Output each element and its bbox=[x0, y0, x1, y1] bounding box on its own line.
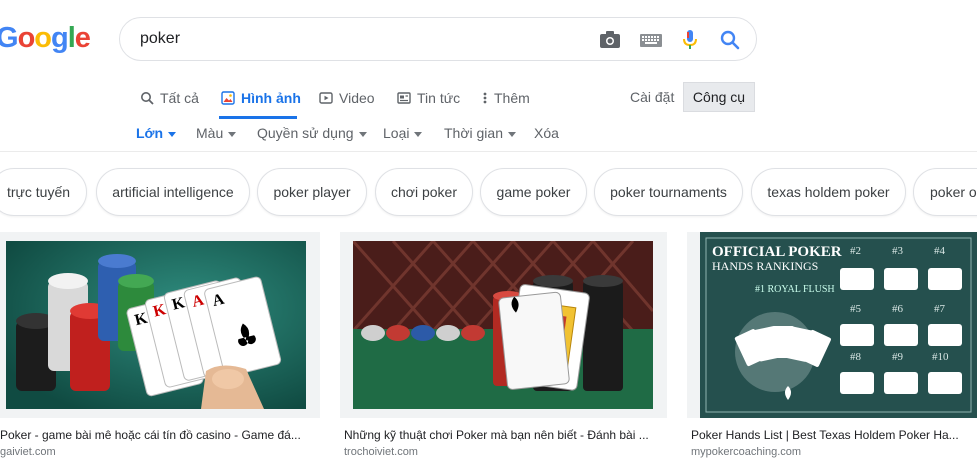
search-input[interactable] bbox=[140, 30, 580, 48]
poster-hand: #3 bbox=[892, 245, 904, 257]
poster-hand: #4 bbox=[934, 245, 946, 257]
image-result[interactable] bbox=[340, 232, 667, 418]
caret-down-icon bbox=[508, 131, 516, 137]
image-result[interactable]: K K K A A bbox=[0, 232, 320, 418]
related-chip[interactable]: poker o bbox=[913, 168, 977, 216]
poster-hand: #7 bbox=[934, 303, 946, 315]
result-thumbnail[interactable]: K K K A A bbox=[6, 241, 306, 409]
search-box bbox=[119, 17, 757, 61]
tab-images[interactable]: Hình ảnh bbox=[221, 88, 301, 108]
result-domain: mypokercoaching.com bbox=[691, 446, 802, 458]
logo-letter: o bbox=[34, 22, 52, 54]
filter-time[interactable]: Thời gian bbox=[444, 125, 516, 141]
logo-letter: o bbox=[17, 22, 36, 54]
tab-more[interactable]: Thêm bbox=[482, 88, 530, 108]
camera-icon[interactable] bbox=[598, 29, 622, 51]
result-thumbnail[interactable]: OFFICIAL POKER HANDS RANKINGS #1 ROYAL F… bbox=[700, 232, 977, 418]
more-icon bbox=[483, 92, 487, 104]
poster-hand: #10 bbox=[932, 351, 949, 363]
tab-label: Tất cả bbox=[160, 90, 199, 106]
caret-down-icon bbox=[414, 131, 423, 137]
settings-link[interactable]: Cài đặt bbox=[630, 89, 674, 105]
caret-down-icon bbox=[168, 131, 177, 137]
mic-icon[interactable] bbox=[678, 29, 702, 51]
image-result[interactable]: OFFICIAL POKER HANDS RANKINGS #1 ROYAL F… bbox=[687, 232, 977, 418]
logo-letter: l bbox=[67, 22, 76, 54]
filter-label: Lớn bbox=[136, 125, 164, 141]
caret-down-icon bbox=[358, 131, 367, 137]
filter-clear[interactable]: Xóa bbox=[534, 125, 559, 141]
tab-news[interactable]: Tin tức bbox=[397, 88, 460, 108]
result-domain: trochoiviet.com bbox=[344, 446, 418, 458]
filter-label: Quyền sử dụng bbox=[257, 125, 354, 141]
poster-hand: #9 bbox=[892, 351, 904, 363]
poster-hand: #8 bbox=[850, 351, 862, 363]
related-chip[interactable]: trực tuyến bbox=[0, 168, 87, 216]
poster-title: OFFICIAL POKER bbox=[712, 244, 842, 260]
caret-down-icon bbox=[228, 131, 237, 137]
search-icon bbox=[141, 92, 154, 105]
tab-label: Tin tức bbox=[417, 90, 461, 106]
related-chip[interactable]: texas holdem poker bbox=[751, 168, 906, 216]
poster-hand: #2 bbox=[850, 245, 861, 257]
tab-label: Thêm bbox=[494, 90, 530, 106]
tab-label: Video bbox=[339, 90, 375, 106]
filter-label: Thời gian bbox=[444, 125, 503, 141]
filter-color[interactable]: Màu bbox=[196, 125, 237, 141]
news-icon bbox=[397, 92, 411, 104]
related-chip[interactable]: poker tournaments bbox=[594, 168, 743, 216]
result-caption[interactable]: Những kỹ thuật chơi Poker mà bạn nên biế… bbox=[344, 428, 669, 442]
search-icon[interactable] bbox=[718, 29, 742, 51]
related-chip[interactable]: artificial intelligence bbox=[96, 168, 250, 216]
filter-label: Loại bbox=[383, 125, 410, 141]
tools-button[interactable]: Công cụ bbox=[683, 82, 755, 112]
tab-all[interactable]: Tất cả bbox=[140, 88, 199, 108]
logo-letter: G bbox=[0, 22, 19, 54]
result-thumbnail[interactable] bbox=[353, 241, 653, 409]
result-caption[interactable]: Poker Hands List | Best Texas Holdem Pok… bbox=[691, 428, 977, 442]
google-logo[interactable]: Google bbox=[0, 22, 91, 55]
tab-label: Hình ảnh bbox=[241, 90, 301, 106]
poster-hand: #5 bbox=[850, 303, 862, 315]
divider bbox=[0, 151, 977, 152]
active-tab-indicator bbox=[219, 116, 297, 119]
filter-size[interactable]: Lớn bbox=[136, 125, 177, 141]
filter-label: Màu bbox=[196, 125, 224, 141]
tab-video[interactable]: Video bbox=[319, 88, 375, 108]
related-chip[interactable]: poker player bbox=[257, 168, 367, 216]
video-icon bbox=[319, 92, 333, 104]
image-icon bbox=[221, 91, 235, 105]
poster-hand: #1 ROYAL FLUSH bbox=[755, 284, 835, 295]
related-chip[interactable]: game poker bbox=[480, 168, 587, 216]
result-caption[interactable]: Poker - game bài mê hoặc cái tín đồ casi… bbox=[0, 428, 320, 442]
poster-subtitle: HANDS RANKINGS bbox=[712, 259, 818, 273]
filter-type[interactable]: Loại bbox=[383, 125, 423, 141]
logo-letter: g bbox=[51, 22, 69, 54]
related-chip[interactable]: chơi poker bbox=[375, 168, 473, 216]
poster-hand: #6 bbox=[892, 303, 904, 315]
result-domain: gaiviet.com bbox=[0, 446, 56, 458]
keyboard-icon[interactable] bbox=[639, 29, 663, 51]
filter-label: Xóa bbox=[534, 125, 559, 141]
filter-usage-rights[interactable]: Quyền sử dụng bbox=[257, 125, 367, 141]
logo-letter: e bbox=[74, 22, 91, 54]
